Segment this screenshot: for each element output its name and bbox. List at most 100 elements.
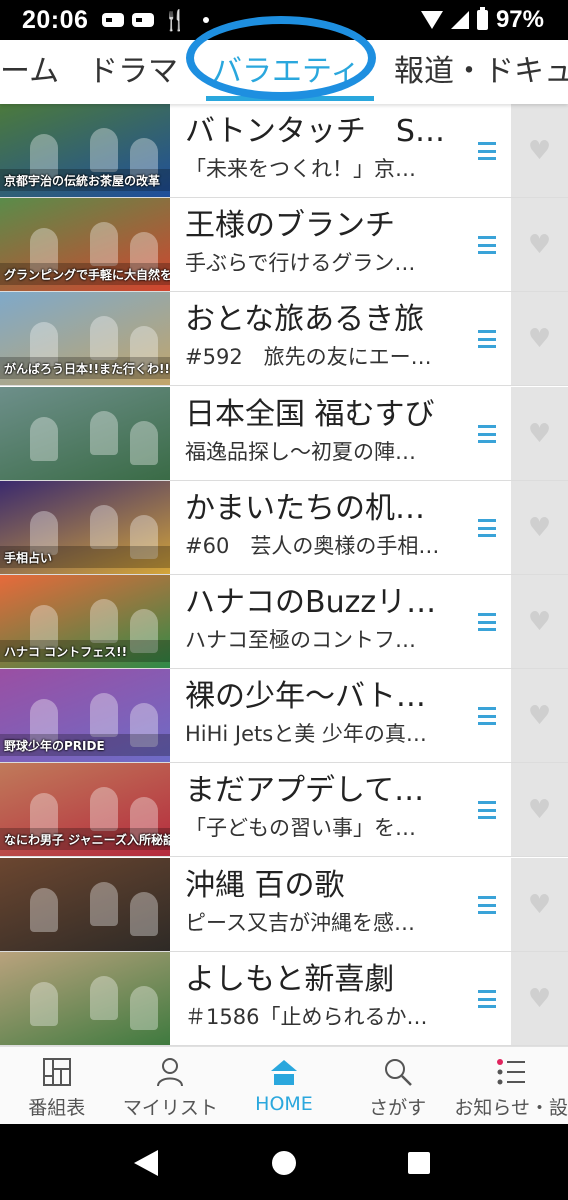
menu-icon-bar xyxy=(478,142,496,145)
program-text: 王様のブランチ 手ぶらで行けるグラン… xyxy=(185,204,453,278)
menu-icon-bar xyxy=(478,243,496,247)
menu-icon-bar xyxy=(478,801,496,804)
nav-label: マイリスト xyxy=(122,1097,218,1119)
menu-icon[interactable] xyxy=(478,990,496,1008)
program-title: おとな旅あるき旅 xyxy=(185,302,425,337)
menu-icon[interactable] xyxy=(478,707,496,725)
program-title: 沖縄 百の歌 xyxy=(185,868,345,903)
menu-icon[interactable] xyxy=(478,236,496,254)
program-text: 日本全国 福むすび福逸品探し～初夏の陣… xyxy=(185,393,453,467)
menu-icon[interactable] xyxy=(478,896,496,914)
program-subtitle: #60 芸人の奥様の手相… xyxy=(185,534,440,558)
thumbnail-figure xyxy=(30,417,58,461)
program-row[interactable]: グランピングで手軽に大自然を満喫!! 王様のブランチ手ぶらで行けるグラン… ♥ xyxy=(0,198,568,292)
favorite-button[interactable]: ♥ xyxy=(511,669,568,762)
tab-home[interactable]: ーム xyxy=(0,40,59,104)
heart-icon: ♥ xyxy=(527,512,552,543)
program-text: 沖縄 百の歌ピース又吉が沖縄を感… xyxy=(185,864,453,938)
tab-drama[interactable]: ドラマ xyxy=(88,40,178,104)
program-subtitle: 福逸品探し～初夏の陣… xyxy=(185,440,416,464)
program-thumbnail[interactable]: 京都宇治の伝統お茶屋の改革 xyxy=(0,104,170,197)
menu-icon[interactable] xyxy=(478,519,496,537)
program-title: まだアプデして… xyxy=(185,773,425,808)
nav-notices-settings[interactable]: お知らせ・設 xyxy=(454,1047,568,1125)
program-thumbnail[interactable] xyxy=(0,952,170,1045)
notification-icons: 🍴 xyxy=(102,8,210,33)
program-text: 裸の少年～バト… HiHi Jetsと美 少年の真… xyxy=(185,675,453,749)
program-row[interactable]: 手相占い かまいたちの机… #60 芸人の奥様の手相… ♥ xyxy=(0,481,568,575)
menu-icon-bar xyxy=(478,620,496,624)
program-subtitle: ピース又吉が沖縄を感… xyxy=(185,911,415,935)
program-row[interactable]: 京都宇治の伝統お茶屋の改革 バトンタッチ S… 「未来をつくれ！」京… ♥ xyxy=(0,104,568,198)
program-row[interactable]: ハナコ コントフェス!! ハナコのBuzzリ… ハナコ至極のコントフ… ♥ xyxy=(0,575,568,669)
home-button-icon[interactable] xyxy=(272,1151,296,1175)
menu-icon[interactable] xyxy=(478,613,496,631)
menu-icon[interactable] xyxy=(478,330,496,348)
menu-icon[interactable] xyxy=(478,142,496,160)
heart-icon: ♥ xyxy=(527,135,552,166)
program-row[interactable]: 日本全国 福むすび福逸品探し～初夏の陣… ♥ xyxy=(0,387,568,481)
favorite-button[interactable]: ♥ xyxy=(511,198,568,291)
thumbnail-figure xyxy=(30,888,58,932)
program-list: 京都宇治の伝統お茶屋の改革 バトンタッチ S… 「未来をつくれ！」京… ♥ グランピング… xyxy=(0,104,568,1046)
nav-schedule[interactable]: 番組表 xyxy=(0,1047,114,1125)
program-row[interactable]: なにわ男子 ジャニーズ入所秘話 まだアプデして… 「子どもの習い事」を… ♥ xyxy=(0,763,568,857)
nav-mylist[interactable]: マイリスト xyxy=(114,1047,228,1125)
favorite-button[interactable]: ♥ xyxy=(511,575,568,668)
wifi-icon xyxy=(420,11,443,29)
program-thumbnail[interactable] xyxy=(0,387,170,480)
back-icon[interactable] xyxy=(134,1150,158,1176)
thumbnail-caption: 京都宇治の伝統お茶屋の改革 xyxy=(4,174,161,188)
menu-icon-bar xyxy=(478,990,496,993)
program-row[interactable]: 沖縄 百の歌ピース又吉が沖縄を感… ♥ xyxy=(0,858,568,952)
heart-icon: ♥ xyxy=(527,700,552,731)
thumbnail-figure xyxy=(90,222,118,266)
program-thumbnail[interactable]: がんばろう日本!!また行くわ!!SP!! xyxy=(0,292,170,385)
thumbnail-figure xyxy=(90,599,118,643)
menu-icon[interactable] xyxy=(478,801,496,819)
favorite-button[interactable]: ♥ xyxy=(511,858,568,951)
menu-icon-bar xyxy=(478,157,496,160)
program-thumbnail[interactable]: グランピングで手軽に大自然を満喫!! xyxy=(0,198,170,291)
program-thumbnail[interactable]: 手相占い xyxy=(0,481,170,574)
menu-icon-bar xyxy=(478,613,496,616)
menu-icon-bar xyxy=(478,440,496,443)
program-title: 日本全国 福むすび xyxy=(185,397,435,432)
thumbnail-figure xyxy=(130,421,158,465)
program-row[interactable]: 野球少年のPRIDE 裸の少年～バト… HiHi Jetsと美 少年の真… ♥ xyxy=(0,669,568,763)
notice-list-icon xyxy=(497,1059,526,1085)
menu-icon-bar xyxy=(478,903,496,907)
heart-icon: ♥ xyxy=(527,323,552,354)
program-text: バトンタッチ S… 「未来をつくれ！」京… xyxy=(185,110,453,184)
person-icon xyxy=(157,1058,184,1087)
favorite-button[interactable]: ♥ xyxy=(511,952,568,1045)
program-text: よしもと新喜劇 ＃1586「止められるか… xyxy=(185,958,453,1032)
recent-apps-icon[interactable] xyxy=(408,1152,430,1174)
program-title: 王様のブランチ xyxy=(185,208,395,243)
thumbnail-figure xyxy=(90,787,118,831)
nav-search[interactable]: さがす xyxy=(341,1047,455,1125)
menu-icon[interactable] xyxy=(478,425,496,443)
favorite-button[interactable]: ♥ xyxy=(511,481,568,574)
program-thumbnail[interactable]: 野球少年のPRIDE xyxy=(0,669,170,762)
program-thumbnail[interactable] xyxy=(0,858,170,951)
thumbnail-figure xyxy=(90,693,118,737)
nav-label: HOME xyxy=(255,1093,313,1115)
nav-home[interactable]: HOME xyxy=(227,1047,341,1125)
thumbnail-figure xyxy=(130,892,158,936)
program-thumbnail[interactable]: ハナコ コントフェス!! xyxy=(0,575,170,668)
program-title: かまいたちの机… xyxy=(185,491,425,526)
favorite-button[interactable]: ♥ xyxy=(511,387,568,480)
search-icon xyxy=(384,1059,412,1086)
favorite-button[interactable]: ♥ xyxy=(511,763,568,856)
nav-label: 番組表 xyxy=(28,1097,86,1119)
menu-icon-bar xyxy=(478,707,496,710)
favorite-button[interactable]: ♥ xyxy=(511,292,568,385)
menu-icon-bar xyxy=(478,432,496,436)
program-thumbnail[interactable]: なにわ男子 ジャニーズ入所秘話 xyxy=(0,763,170,856)
thumbnail-figure xyxy=(90,411,118,455)
favorite-button[interactable]: ♥ xyxy=(511,104,568,197)
program-row[interactable]: がんばろう日本!!また行くわ!!SP!! おとな旅あるき旅 #592 旅先の友にエー… xyxy=(0,292,568,386)
program-row[interactable]: よしもと新喜劇 ＃1586「止められるか… ♥ xyxy=(0,952,568,1046)
tab-news-documentary[interactable]: 報道・ドキュ xyxy=(394,40,568,104)
